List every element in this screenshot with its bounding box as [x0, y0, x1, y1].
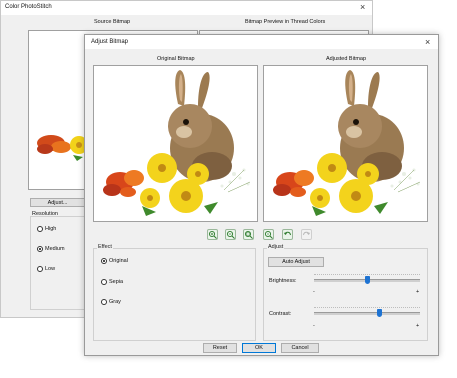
- zoom-in-icon[interactable]: [207, 229, 218, 240]
- adjusted-bitmap-pane: [263, 65, 428, 222]
- effect-label: Effect: [97, 244, 113, 250]
- effect-original-label: Original: [109, 258, 128, 264]
- adjusted-bitmap-header: Adjusted Bitmap: [326, 56, 367, 62]
- original-bunny-image: [103, 70, 251, 216]
- reset-button[interactable]: Reset: [203, 343, 237, 353]
- radio-medium[interactable]: [37, 246, 43, 252]
- brightness-label: Brightness:: [269, 278, 297, 284]
- contrast-slider[interactable]: [314, 306, 422, 318]
- resolution-low-label: Low: [45, 266, 56, 272]
- redo-icon[interactable]: [301, 229, 312, 240]
- effect-gray-option[interactable]: Gray: [101, 298, 161, 306]
- brightness-minus: -: [313, 289, 315, 295]
- resolution-medium-label: Medium: [45, 246, 65, 252]
- adjust-button[interactable]: Adjust...: [30, 198, 85, 207]
- contrast-thumb[interactable]: [377, 309, 382, 317]
- adjusted-bunny-image: [273, 70, 421, 216]
- source-bitmap-header: Source Bitmap: [94, 19, 131, 25]
- resolution-medium-option[interactable]: Medium: [37, 245, 77, 253]
- adjust-close-icon[interactable]: ×: [425, 37, 430, 47]
- adjust-title-bar: [85, 35, 438, 49]
- radio-high[interactable]: [37, 226, 43, 232]
- effect-sepia-option[interactable]: Sepia: [101, 278, 161, 286]
- contrast-ticks: [314, 307, 420, 309]
- contrast-label: Contrast:: [269, 311, 292, 317]
- zoom-actual-icon[interactable]: [263, 229, 274, 240]
- preview-header: Bitmap Preview in Thread Colors: [245, 19, 326, 25]
- cancel-button[interactable]: Cancel: [281, 343, 319, 353]
- contrast-plus: +: [416, 323, 420, 329]
- brightness-plus: +: [416, 289, 420, 295]
- zoom-out-icon[interactable]: [225, 229, 236, 240]
- radio-sepia[interactable]: [101, 279, 107, 285]
- dialog-title: Color PhotoStitch: [5, 4, 52, 10]
- effect-sepia-label: Sepia: [109, 279, 124, 285]
- effect-original-option[interactable]: Original: [101, 257, 161, 265]
- resolution-high-label: High: [45, 226, 57, 232]
- radio-original[interactable]: [101, 258, 107, 264]
- undo-icon[interactable]: [282, 229, 293, 240]
- original-bitmap-pane: [93, 65, 258, 222]
- adjust-label: Adjust: [267, 244, 285, 250]
- adjust-dialog-title: Adjust Bitmap: [91, 39, 129, 45]
- close-icon[interactable]: ×: [360, 2, 365, 12]
- brightness-thumb[interactable]: [365, 276, 370, 284]
- contrast-minus: -: [313, 323, 315, 329]
- resolution-high-option[interactable]: High: [37, 225, 77, 233]
- ok-button[interactable]: OK: [242, 343, 276, 353]
- adjust-bitmap-dialog: Adjust Bitmap × Original Bitmap Adjusted…: [84, 34, 439, 356]
- radio-low[interactable]: [37, 266, 43, 272]
- contrast-track: [314, 312, 420, 315]
- effect-gray-label: Gray: [109, 299, 121, 305]
- radio-gray[interactable]: [101, 299, 107, 305]
- title-bar: [1, 1, 372, 15]
- auto-adjust-button[interactable]: Auto Adjust: [268, 257, 324, 267]
- zoom-fit-icon[interactable]: [243, 229, 254, 240]
- resolution-low-option[interactable]: Low: [37, 265, 77, 273]
- original-bitmap-header: Original Bitmap: [157, 56, 195, 62]
- brightness-slider[interactable]: [314, 273, 422, 285]
